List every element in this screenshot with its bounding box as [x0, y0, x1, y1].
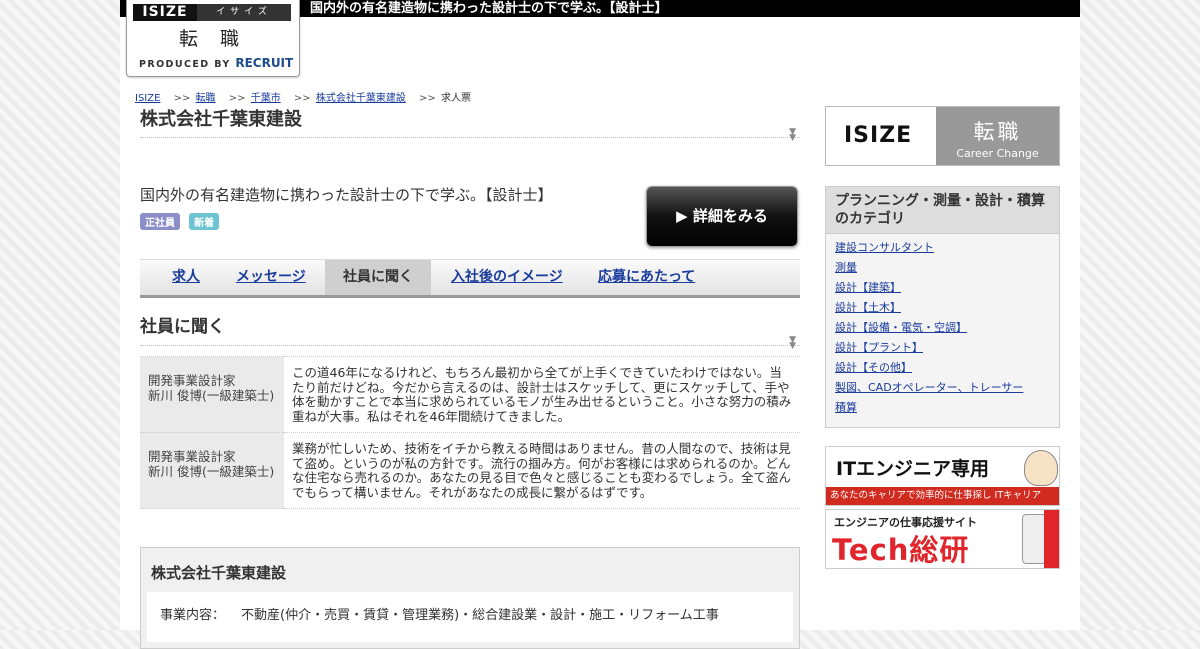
business-value: 不動産(仲介・売買・賃貸・管理業務)・総合建設業・設計・施工・リフォーム工事	[241, 608, 719, 623]
detail-button[interactable]: ▶ 詳細をみる	[646, 186, 798, 247]
breadcrumb: ISIZE >> 転職 >> 千葉市 >> 株式会社千葉東建設 >> 求人票	[135, 89, 471, 104]
banner-isize-logo: ISIZE	[826, 107, 936, 165]
category-link[interactable]: 積算	[835, 401, 857, 414]
category-title: プランニング・測量・設計・積算のカテゴリ	[826, 187, 1059, 234]
banner-tenshoku-text: 転職	[973, 120, 1022, 144]
interviewee-name: 開発事業設計家 新川 俊博(一級建築士)	[140, 432, 284, 509]
category-link[interactable]: 設計【建築】	[835, 281, 901, 294]
chevron-down-icon: ▼ ▼	[789, 335, 796, 351]
logo-produced-by: PRODUCED BY RECRUIT	[139, 56, 293, 70]
it-banner-title: ITエンジニア専用	[836, 458, 990, 480]
list-item: 設計【土木】	[835, 298, 1059, 318]
breadcrumb-separator: >>	[293, 93, 311, 104]
breadcrumb-isize[interactable]: ISIZE	[135, 93, 160, 104]
produced-by-text: PRODUCED BY	[139, 59, 231, 70]
company-info-body: 事業内容： 不動産(仲介・売買・賃貸・管理業務)・総合建設業・設計・施工・リフォ…	[147, 592, 793, 642]
logo-tenshoku: 転 職	[178, 28, 248, 50]
tab-kyujin[interactable]: 求人	[172, 260, 200, 295]
list-item: 設計【建築】	[835, 278, 1059, 298]
tag-seishain: 正社員	[140, 213, 180, 230]
list-item: 設計【設備・電気・空調】	[835, 318, 1059, 338]
list-item: 測量	[835, 258, 1059, 278]
table-row: 開発事業設計家 新川 俊博(一級建築士) 業務が忙しいため、技術をイチから教える…	[140, 432, 800, 509]
category-link[interactable]: 設計【その他】	[835, 361, 912, 374]
tag-new: 新着	[189, 213, 220, 230]
category-link[interactable]: 建設コンサルタント	[835, 241, 934, 254]
list-item: 設計【プラント】	[835, 338, 1059, 358]
list-item: 設計【その他】	[835, 358, 1059, 378]
tech-souken-banner[interactable]: エンジニアの仕事応援サイト Tech総研	[825, 509, 1060, 569]
interviewee-name: 開発事業設計家 新川 俊博(一級建築士)	[140, 356, 284, 433]
category-link[interactable]: 測量	[835, 261, 857, 274]
recruit-logo: RECRUIT	[235, 56, 294, 70]
category-link[interactable]: 設計【プラント】	[835, 341, 923, 354]
banner-isize-text: ISIZE	[844, 123, 913, 148]
logo-isize: ISIZE	[133, 4, 197, 21]
company-title: 株式会社千葉東建設 ▼ ▼	[140, 105, 800, 143]
character-face-icon	[1024, 450, 1058, 486]
table-row: 開発事業設計家 新川 俊博(一級建築士) この道46年になるけれど、もちろん最初…	[140, 356, 800, 433]
list-item: 建設コンサルタント	[835, 238, 1059, 258]
breadcrumb-separator: >>	[228, 93, 246, 104]
it-career-banner[interactable]: ITエンジニア専用 あなたのキャリアで効率的に仕事探し ITキャリア	[825, 446, 1060, 506]
tab-after-joining[interactable]: 入社後のイメージ	[451, 260, 563, 295]
business-label: 事業内容：	[160, 608, 226, 623]
breadcrumb-current: 求人票	[440, 93, 471, 104]
chevron-down-icon: ▼ ▼	[789, 127, 796, 143]
company-info-box: 株式会社千葉東建設 事業内容： 不動産(仲介・売買・賃貸・管理業務)・総合建設業…	[140, 547, 800, 649]
tab-ask-employee[interactable]: 社員に聞く	[325, 260, 431, 295]
interview-answer: 業務が忙しいため、技術をイチから教える時間はありません。昔の人間なので、技術は見…	[284, 432, 800, 509]
company-info-name: 株式会社千葉東建設	[151, 564, 287, 582]
category-link[interactable]: 設計【設備・電気・空調】	[835, 321, 967, 334]
list-item: 積算	[835, 398, 1059, 418]
interview-table: 開発事業設計家 新川 俊博(一級建築士) この道46年になるけれど、もちろん最初…	[140, 356, 800, 509]
section-title-text: 社員に聞く	[140, 317, 225, 337]
it-banner-bar: あなたのキャリアで効率的に仕事探し ITキャリア	[826, 487, 1059, 505]
tab-bar: 求人 メッセージ 社員に聞く 入社後のイメージ 応募にあたって	[140, 259, 800, 298]
job-tags: 正社員 新着	[140, 211, 223, 230]
tab-message[interactable]: メッセージ	[236, 260, 306, 295]
logo-kana: イサイズ	[197, 4, 291, 21]
tech-banner-main: Tech総研	[832, 533, 970, 567]
banner-tenshoku: 転職 Career Change	[936, 107, 1059, 165]
top-tagline: 国内外の有名建造物に携わった設計士の下で学ぶ。【設計士】	[310, 1, 668, 16]
banner-career-change: Career Change	[956, 147, 1039, 160]
breadcrumb-company[interactable]: 株式会社千葉東建設	[316, 93, 406, 104]
list-item: 製図、CADオペレーター、トレーサー	[835, 378, 1059, 398]
category-list: 建設コンサルタント 測量 設計【建築】 設計【土木】 設計【設備・電気・空調】 …	[826, 234, 1059, 418]
category-link[interactable]: 製図、CADオペレーター、トレーサー	[835, 381, 1023, 394]
breadcrumb-separator: >>	[419, 93, 436, 104]
battery-character-icon	[1022, 514, 1046, 564]
job-catchphrase: 国内外の有名建造物に携わった設計士の下で学ぶ。【設計士】	[140, 186, 553, 204]
breadcrumb-chiba[interactable]: 千葉市	[251, 93, 281, 104]
tab-applying[interactable]: 応募にあたって	[598, 260, 695, 295]
section-title: 社員に聞く ▼ ▼	[140, 312, 800, 351]
isize-tenshoku-logo[interactable]: ISIZE イサイズ 転 職 PRODUCED BY RECRUIT	[126, 0, 300, 77]
banner-red-edge	[1044, 510, 1059, 568]
page: 国内外の有名建造物に携わった設計士の下で学ぶ。【設計士】 ISIZE イサイズ …	[120, 0, 1080, 649]
category-link[interactable]: 設計【土木】	[835, 301, 901, 314]
breadcrumb-tenshoku[interactable]: 転職	[196, 93, 216, 104]
category-box: プランニング・測量・設計・積算のカテゴリ 建設コンサルタント 測量 設計【建築】…	[825, 186, 1060, 428]
company-title-text: 株式会社千葉東建設	[140, 109, 302, 130]
breadcrumb-separator: >>	[173, 93, 191, 104]
interview-answer: この道46年になるけれど、もちろん最初から全てが上手くできていたわけではない。当…	[284, 356, 800, 433]
isize-career-change-banner[interactable]: ISIZE 転職 Career Change	[825, 106, 1060, 166]
